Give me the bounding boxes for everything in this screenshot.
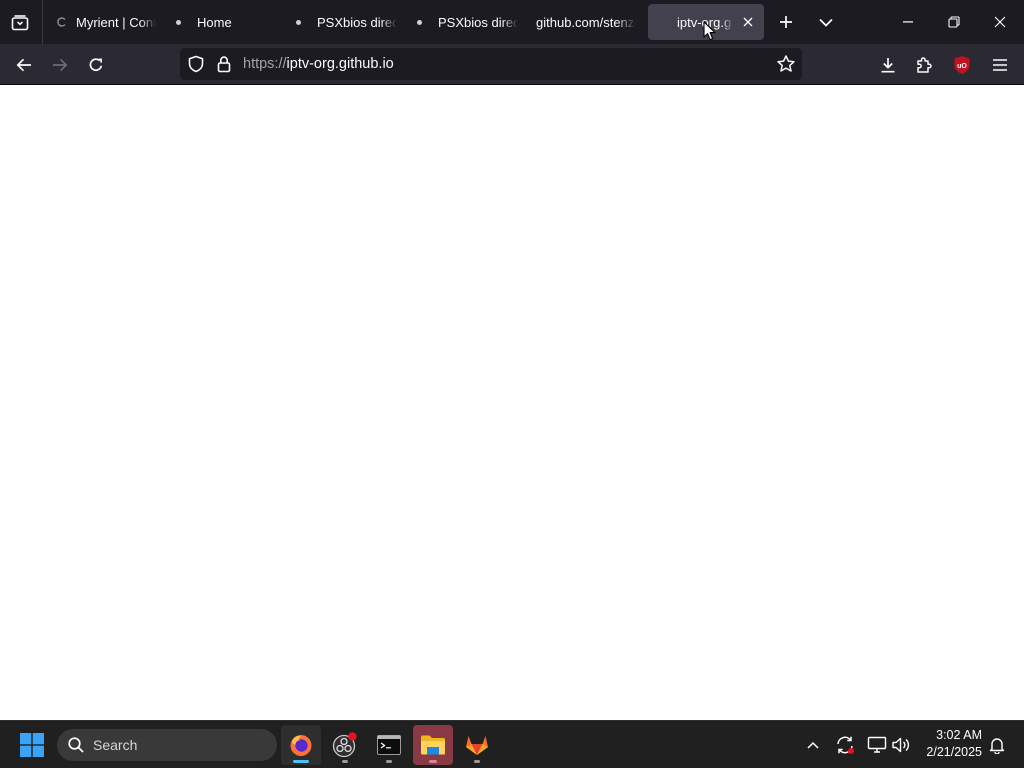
taskbar-app-terminal[interactable] — [369, 725, 409, 765]
tab-title: Myrient | Cont — [76, 14, 156, 30]
tab-list-button[interactable] — [6, 9, 34, 37]
extensions-button[interactable] — [908, 49, 940, 81]
gitlab-icon — [466, 736, 488, 755]
taskbar-search-box[interactable]: Search — [57, 729, 277, 761]
running-indicator — [474, 760, 480, 763]
tab-title: PSXbios direct — [438, 14, 518, 30]
back-button[interactable] — [8, 49, 40, 81]
mouse-cursor-icon — [703, 21, 716, 41]
app-menu-button[interactable] — [984, 49, 1016, 81]
bell-icon — [989, 738, 1005, 754]
firefox-icon — [290, 735, 312, 756]
obs-studio-icon — [332, 732, 357, 758]
reload-button[interactable] — [80, 49, 112, 81]
url-text[interactable]: https://iptv-org.github.io — [243, 56, 394, 72]
extensions-puzzle-icon — [917, 57, 932, 73]
tab-close-button[interactable] — [740, 14, 756, 30]
running-indicator — [429, 760, 437, 763]
page-content-blank[interactable] — [0, 86, 1024, 720]
tab-myrient[interactable]: Myrient | Cont — [48, 4, 158, 40]
sync-icon — [837, 736, 854, 754]
tab-list-icon — [11, 15, 29, 31]
chevron-up-icon — [807, 741, 819, 749]
download-icon — [881, 58, 895, 73]
network-icon — [867, 736, 887, 753]
screen: Myrient | Cont Home PSXbios direct PSXbi… — [0, 0, 1024, 768]
tab-home[interactable]: Home — [168, 4, 280, 40]
restore-icon — [948, 16, 960, 28]
tab-psxbios-1[interactable]: PSXbios direct — [288, 4, 400, 40]
window-minimize-button[interactable] — [892, 6, 924, 38]
back-arrow-icon — [16, 58, 31, 72]
url-scheme: https:// — [243, 56, 287, 72]
terminal-icon — [377, 735, 401, 755]
new-tab-icon — [780, 16, 792, 28]
tab-psxbios-2[interactable]: PSXbios direct — [409, 4, 521, 40]
tab-title: PSXbios direct — [317, 14, 397, 30]
forward-button[interactable] — [44, 49, 76, 81]
running-indicator — [386, 760, 392, 763]
minimize-icon — [903, 21, 913, 23]
downloads-button[interactable] — [872, 49, 904, 81]
ublock-origin-icon: uO — [954, 56, 970, 74]
dot-icon — [168, 19, 188, 25]
windows-logo-icon — [20, 733, 44, 757]
tab-strip: Myrient | Cont Home PSXbios direct PSXbi… — [0, 0, 1024, 44]
notifications-button[interactable] — [986, 733, 1008, 757]
start-button[interactable] — [12, 725, 52, 765]
taskbar-app-obs-studio[interactable] — [325, 725, 365, 765]
clock-date: 2/21/2025 — [926, 745, 982, 759]
volume-icon — [892, 737, 910, 753]
lock-icon[interactable] — [216, 55, 232, 78]
tray-volume-button[interactable] — [890, 733, 912, 757]
url-bar[interactable]: https://iptv-org.github.io — [180, 48, 802, 80]
dot-icon — [409, 19, 429, 25]
close-icon — [994, 16, 1006, 28]
all-tabs-button[interactable] — [812, 8, 840, 36]
taskbar-app-file-explorer[interactable] — [413, 725, 453, 765]
forward-arrow-icon — [53, 58, 68, 72]
svg-text:uO: uO — [957, 63, 967, 70]
tab-divider — [42, 0, 43, 44]
tray-sync-button[interactable] — [834, 733, 856, 757]
tracking-protection-shield-icon[interactable] — [187, 55, 205, 78]
running-indicator — [293, 760, 309, 763]
url-host: iptv-org.github.io — [286, 56, 394, 72]
bookmark-button[interactable] — [776, 54, 796, 79]
file-explorer-icon — [421, 735, 445, 755]
window-restore-button[interactable] — [938, 6, 970, 38]
show-hidden-icons-button[interactable] — [802, 733, 824, 757]
tab-title: github.com/stenze — [536, 14, 636, 30]
windows-taskbar: Search 3:02 AM 2/21/2025 — [0, 720, 1024, 768]
close-icon — [743, 17, 753, 27]
taskbar-app-gitlab[interactable] — [457, 725, 497, 765]
tab-github[interactable]: github.com/stenze — [528, 4, 642, 40]
all-tabs-chevron-icon — [819, 18, 833, 27]
tab-title: Home — [197, 14, 232, 30]
dot-icon — [288, 19, 308, 25]
search-icon — [67, 736, 85, 759]
nav-toolbar: https://iptv-org.github.io uO — [0, 44, 1024, 85]
star-icon — [777, 55, 795, 72]
ublock-origin-button[interactable]: uO — [946, 49, 978, 81]
loading-icon — [52, 17, 72, 27]
taskbar-app-firefox[interactable] — [281, 725, 321, 765]
window-close-button[interactable] — [984, 6, 1016, 38]
reload-icon — [89, 58, 103, 72]
hamburger-menu-icon — [993, 59, 1007, 71]
running-indicator — [342, 760, 348, 763]
search-label: Search — [93, 737, 138, 753]
new-tab-button[interactable] — [772, 8, 800, 36]
clock-time: 3:02 AM — [936, 728, 982, 742]
taskbar-clock[interactable]: 3:02 AM 2/21/2025 — [918, 727, 982, 761]
tray-network-button[interactable] — [866, 733, 888, 757]
